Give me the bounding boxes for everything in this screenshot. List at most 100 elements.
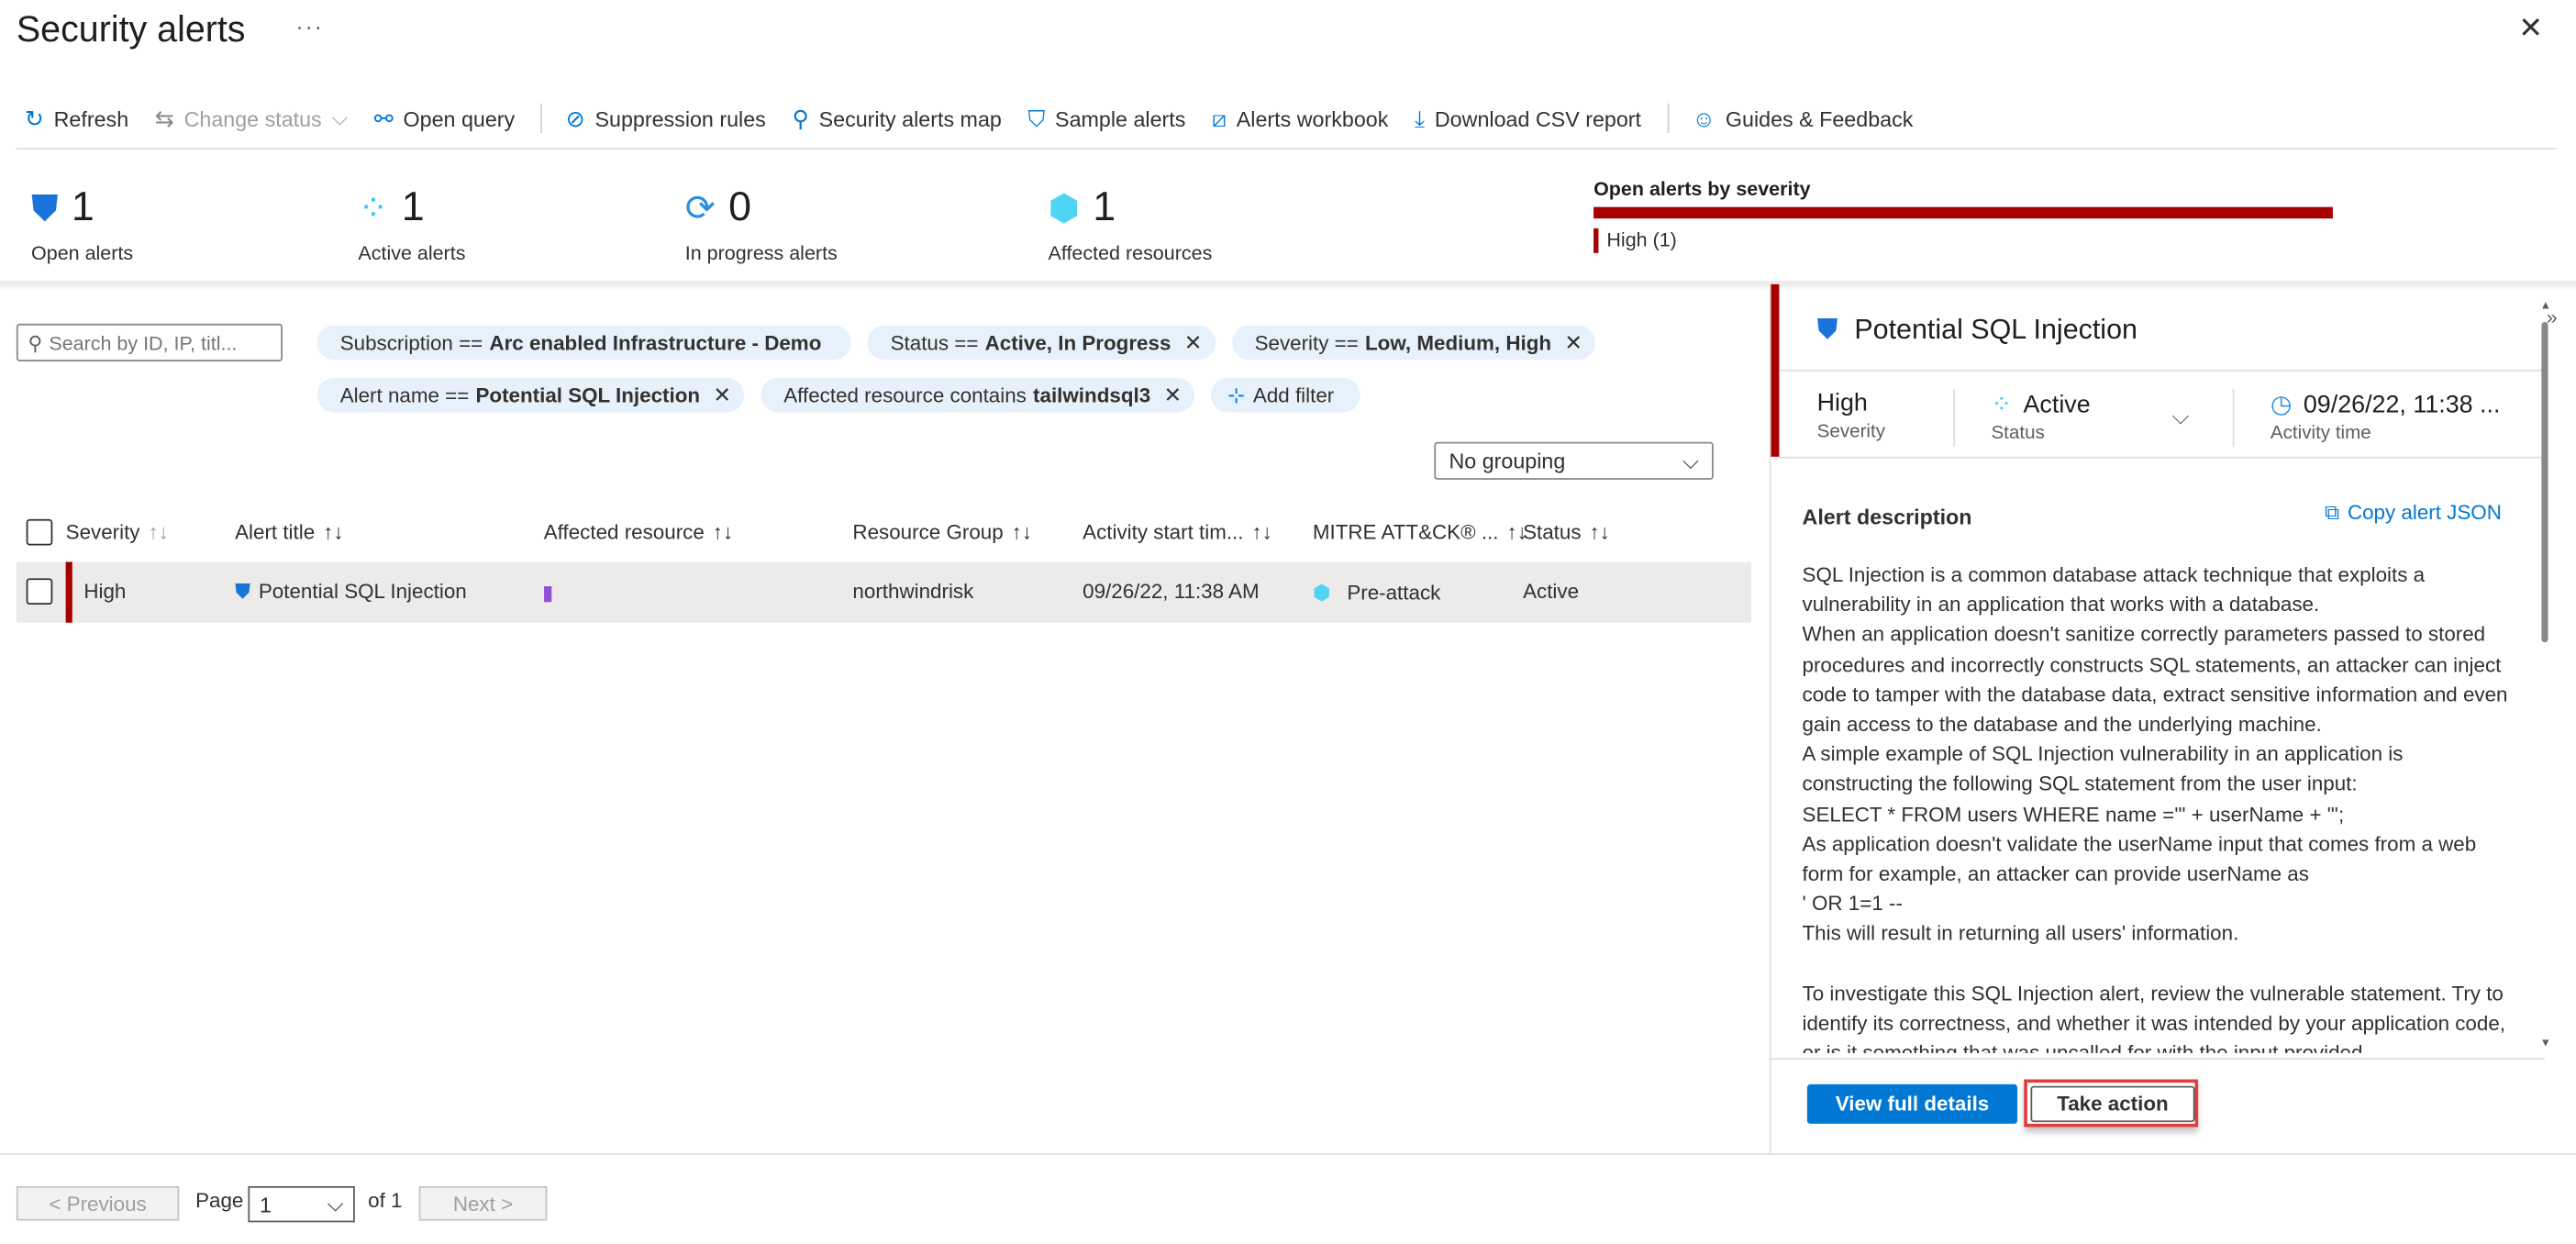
sort-icon[interactable]: ↑↓ [323,521,343,544]
stat-value: 0 [728,183,752,230]
toolbar-button-change-status[interactable]: ⇆ Change status ⌵ [155,105,348,132]
select-all-checkbox[interactable] [26,518,53,546]
search-box[interactable]: ⚲ [16,323,283,361]
active-spinner-icon: ⁘ [1991,391,2012,419]
grouping-value: No grouping [1449,448,1566,473]
filter-value: tailwindsql3 [1033,383,1151,407]
close-icon[interactable]: ✕ [1184,329,1203,356]
filter-chip[interactable]: Status == Active, In Progress ✕ [867,325,1216,361]
column-header-label: Resource Group [852,520,1004,544]
column-header[interactable]: Activity start tim... ↑↓ [1083,521,1272,544]
close-icon[interactable]: ✕ [1564,329,1582,356]
sort-icon[interactable]: ↑↓ [1589,521,1609,544]
severity-indicator [65,561,72,623]
column-header-label: Status [1523,520,1582,544]
scroll-down-icon[interactable]: ▼ [2540,1039,2551,1050]
severity-chart-title: Open alerts by severity [1593,177,1811,201]
filter-chip[interactable]: Affected resource contains tailwindsql3 ✕ [761,377,1195,413]
toolbar-button-sample-alerts[interactable]: ⛉ Sample alerts [1028,105,1186,132]
toolbar-button-label: Refresh [53,106,129,131]
column-header[interactable]: MITRE ATT&CK® ... ↑↓ [1313,521,1527,544]
take-action-button[interactable]: Take action [2030,1085,2195,1123]
toolbar-separator [540,103,543,134]
copy-icon: ⧉ [2324,501,2339,525]
more-options-button[interactable]: ··· [295,13,323,39]
toolbar-button-label: Sample alerts [1055,106,1186,131]
map-pin-icon: ⚲ [792,104,809,131]
status-dropdown[interactable]: ⁘ Active Status ⌵ [1991,389,2204,443]
add-filter-button[interactable]: ⊹ Add filter [1211,377,1360,413]
toolbar-button-alerts-workbook[interactable]: ⧄ Alerts workbook [1212,105,1388,132]
sort-icon[interactable]: ↑↓ [1251,521,1271,544]
column-header[interactable]: Affected resource ↑↓ [544,521,733,544]
workbook-icon: ⧄ [1212,104,1227,131]
search-input[interactable] [49,330,263,354]
toolbar-button-label: Security alerts map [818,106,1002,131]
severity-bar-high [1593,206,2333,219]
table-row[interactable]: High ⛊ Potential SQL Injection ▮ northwin… [16,561,1751,623]
toolbar-button-download-csv-report[interactable]: ⤓ Download CSV report [1415,105,1641,132]
description-line: This will result in returning all users'… [1802,922,2239,946]
page-count: of 1 [368,1189,403,1213]
mitre-tactic-icon: ⬢ [1312,581,1331,605]
sort-icon[interactable]: ↑↓ [148,521,168,544]
toolbar-button-open-query[interactable]: ⚯ Open query [374,105,515,132]
row-checkbox[interactable] [26,578,53,605]
grouping-dropdown[interactable]: No grouping ⌵ [1434,441,1714,480]
alert-detail-panel: ⛊ Potential SQL Injection High Severity … [1769,283,2545,1154]
active-spinner-icon: ⁘ [358,186,389,228]
divider [2232,389,2235,448]
filter-chip[interactable]: Subscription == Arc enabled Infrastructur… [316,325,851,361]
column-header[interactable]: Resource Group ↑↓ [852,521,1032,544]
cell-alert-title: ⛊ Potential SQL Injection [235,580,467,605]
description-line: As application doesn't validate the user… [1802,832,2477,886]
sort-icon[interactable]: ↑↓ [713,521,733,544]
column-header[interactable]: Status ↑↓ [1523,521,1610,544]
filter-row: Alert name == Potential SQL Injection ✕ Aff… [316,377,1360,413]
close-icon[interactable]: ✕ [713,382,731,408]
severity-legend-high: High (1) [1593,228,1677,253]
toolbar-button-refresh[interactable]: ↻ Refresh [25,105,128,132]
column-header-label: Alert title [235,520,316,544]
column-header[interactable]: Severity ↑↓ [66,521,169,544]
column-header-label: Severity [65,520,140,544]
stat-label: Active alerts [358,241,466,265]
chevron-down-icon: ⌵ [327,1191,344,1216]
next-page-button[interactable]: Next > [418,1185,548,1221]
toolbar-button-security-alerts-map[interactable]: ⚲ Security alerts map [792,105,1001,132]
mitre-tactic: Pre-attack [1347,581,1441,605]
sort-icon[interactable]: ↑↓ [1012,521,1032,544]
suppression-icon: ⊘ [565,104,585,131]
filter-value: Potential SQL Injection [475,383,701,407]
refresh-icon: ↻ [24,104,44,131]
chevron-down-icon: ⌵ [2171,402,2190,429]
close-icon[interactable]: ✕ [1164,382,1183,408]
stat-affected-resources: ⬢ 1 Affected resources [1049,184,1213,265]
resource-cube-icon: ⬢ [1048,186,1080,228]
description-line: ' OR 1=1 -- [1802,892,1903,916]
stat-label: Affected resources [1048,241,1213,265]
cell-mitre: ⬢ Pre-attack [1313,580,1440,605]
previous-page-button[interactable]: < Previous [16,1185,180,1221]
alert-description: SQL Injection is a common database attac… [1803,561,2509,1053]
page-select[interactable]: 1 ⌵ [248,1185,355,1223]
divider [1779,456,2544,459]
cell-status: Active [1523,580,1580,604]
detail-severity: High Severity [1817,389,1885,441]
toolbar-button-suppression-rules[interactable]: ⊘ Suppression rules [566,105,766,132]
filter-chip[interactable]: Alert name == Potential SQL Injection ✕ [316,377,745,413]
shield-alert-icon: ⛊ [235,580,250,604]
view-full-details-button[interactable]: View full details [1806,1083,2018,1124]
close-icon[interactable]: ✕ [2518,12,2543,47]
toolbar-button-guides-feedback[interactable]: ☺ Guides & Feedback [1693,106,1914,132]
column-header[interactable]: Alert title ↑↓ [235,521,343,544]
scrollbar-thumb[interactable] [2541,321,2548,643]
download-icon: ⤓ [1415,104,1426,131]
collapse-panel-icon[interactable]: » [2547,305,2558,328]
filter-chip[interactable]: Severity == Low, Medium, High ✕ [1231,325,1596,361]
cell-resource-group: northwindrisk [852,580,974,604]
sql-server-icon: ▮ [541,581,554,605]
description-heading: Alert description [1802,504,1972,529]
copy-alert-json-link[interactable]: ⧉ Copy alert JSON [2325,501,2502,526]
toolbar-button-label: Download CSV report [1434,106,1642,131]
